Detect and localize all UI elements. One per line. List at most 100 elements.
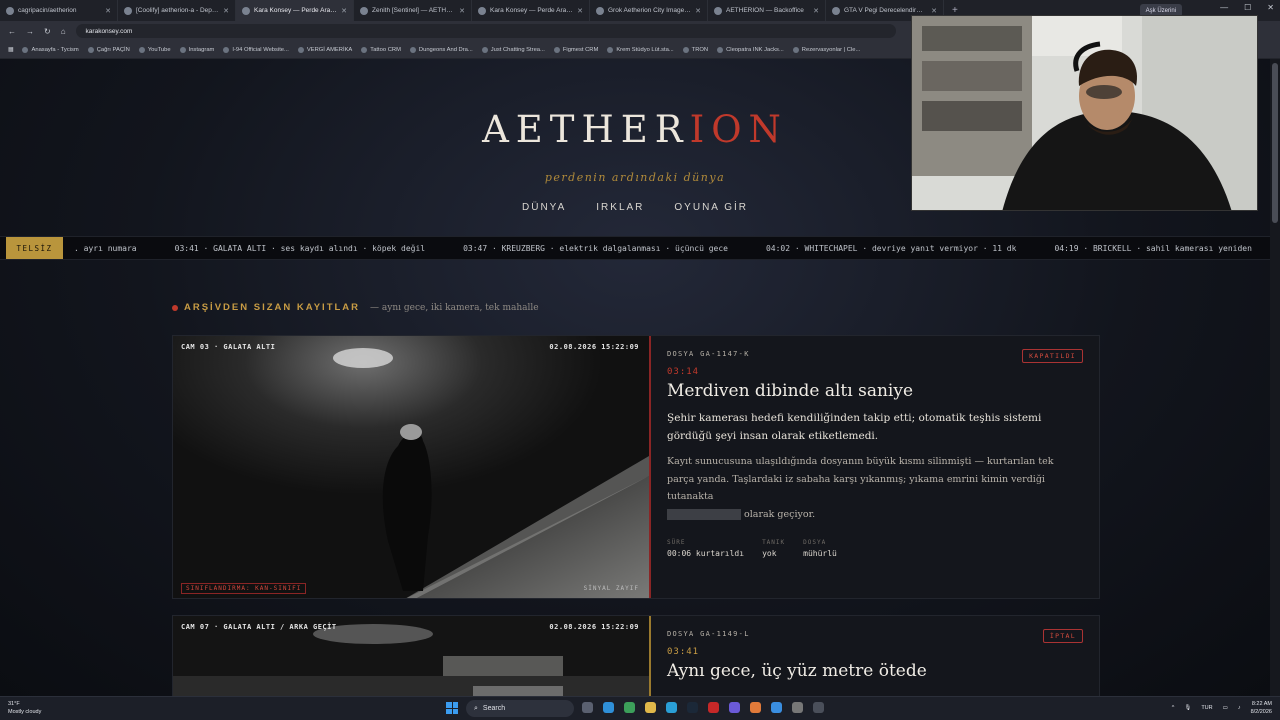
bookmark-item[interactable]: Çağrı PAÇİN (87, 46, 130, 53)
maximize-icon[interactable]: ☐ (1244, 3, 1251, 12)
system-tray: ^ 🎙 TUR ▭ ♪ 8:22 AM 8/2/2026 (1172, 700, 1272, 716)
card-title: Aynı gece, üç yüz metre ötede (667, 661, 927, 681)
bookmark-item[interactable]: VERGİ AMERİKA (297, 46, 352, 53)
skype-icon[interactable] (666, 702, 677, 713)
ticker-item: 03:41 · GALATA ALTI · ses kaydı alındı ·… (174, 244, 426, 253)
messenger-icon[interactable] (771, 702, 782, 713)
section-title: ARŞİVDEN SIZAN KAYITLAR (184, 302, 361, 313)
bookmark-item[interactable]: Cleopatra INK Jacks... (717, 46, 784, 53)
bookmark-item[interactable]: Dungeons And Dra... (409, 46, 473, 53)
nav-link[interactable]: OYUNA GİR (674, 202, 748, 213)
tab-close-icon[interactable]: ✕ (223, 7, 229, 15)
browser-tab[interactable]: Kara Konsey — Perde Aralanıyor ✕ (472, 0, 590, 21)
card-body: Kayıt sunucusuna ulaşıldığında dosyanın … (667, 453, 1083, 523)
search-placeholder: Search (482, 705, 506, 712)
bookmark-item[interactable]: Tattoo CRM (361, 46, 401, 53)
browser-tab[interactable]: Zenith [Sentinel] — AETHERION✕ (354, 0, 472, 21)
claude-icon[interactable] (750, 702, 761, 713)
scroll-thumb[interactable] (1272, 63, 1278, 223)
clock-date: 8/2/2026 (1250, 709, 1272, 715)
bookmark-item[interactable]: Krem Stüdyo Lüt.sta... (607, 46, 674, 53)
tab-close-icon[interactable]: ✕ (931, 7, 937, 15)
card-stats: SÜRE 00:06 kurtarıldı TANIK yok DOSYA mühürlü (667, 539, 1083, 558)
file-explorer-icon[interactable] (645, 702, 656, 713)
reload-icon[interactable]: ↻ (44, 27, 51, 36)
camera-timestamp: 02.08.2026 15:22:09 (549, 343, 639, 351)
bookmark-icon (553, 46, 560, 53)
edge-icon[interactable] (603, 702, 614, 713)
event-time: 03:41 (667, 647, 700, 657)
terminal-icon[interactable] (792, 702, 803, 713)
url-input[interactable]: karakonsey.com (75, 24, 896, 38)
page-scrollbar[interactable] (1270, 59, 1280, 696)
stat-key: TANIK (762, 539, 786, 546)
tab-close-icon[interactable]: ✕ (813, 7, 819, 15)
weather-widget[interactable]: 31°F Mostly cloudy (8, 700, 41, 716)
tab-close-icon[interactable]: ✕ (341, 7, 347, 15)
start-icon[interactable] (446, 702, 458, 714)
stat-item: TANIK yok (762, 539, 785, 558)
bookmark-icon (409, 46, 416, 53)
bookmark-icon (223, 46, 230, 53)
tab-favicon-icon (360, 6, 368, 15)
signal-label: SİNYAL ZAYIF (583, 585, 639, 592)
card-lead: Şehir kamerası hedefi kendiliğinden taki… (667, 412, 1042, 442)
bookmark-item[interactable]: Rezervasyonlar | Cle... (792, 46, 860, 53)
tab-close-icon[interactable]: ✕ (459, 7, 465, 15)
nav-link[interactable]: IRKLAR (596, 202, 644, 213)
status-badge: KAPATILDI (1022, 349, 1083, 363)
bookmark-item[interactable]: YouTube (138, 46, 171, 53)
ticker-item: 03:47 · KREUZBERG · elektrik dalgalanmas… (463, 244, 728, 253)
file-id: DOSYA GA-1149-L (667, 630, 750, 638)
tab-title: AETHERION — Backoffice (726, 7, 804, 14)
bookmark-icon (481, 46, 488, 53)
archive-card[interactable]: CAM 03 · GALATA ALTI 02.08.2026 15:22:09… (172, 335, 1100, 599)
obs-icon[interactable] (813, 702, 824, 713)
forward-icon[interactable]: → (26, 27, 34, 36)
network-icon[interactable]: ▭ (1223, 705, 1228, 711)
camera-label: CAM 03 · GALATA ALTI (181, 343, 276, 351)
volume-icon[interactable]: ♪ (1238, 705, 1241, 711)
bookmark-label: Anasayfa - Tycism (31, 46, 79, 53)
bookmark-label: Tattoo CRM (370, 46, 401, 53)
browser-tab[interactable]: [Coolify] aetherion-a - Deployment ✕ (118, 0, 236, 21)
browser-tab[interactable]: Grok Aetherion City Image Prompt ✕ (590, 0, 708, 21)
bookmark-label: Dungeons And Dra... (418, 46, 473, 53)
bookmark-item[interactable]: TRON (682, 46, 708, 53)
stat-key: SÜRE (667, 539, 686, 546)
tab-favicon-icon (124, 6, 132, 15)
browser-tab[interactable]: AETHERION — Backoffice ✕ (708, 0, 826, 21)
stat-value: yok (762, 549, 777, 558)
tab-title: [Coolify] aetherion-a - Deployment (136, 7, 219, 14)
tab-close-icon[interactable]: ✕ (695, 7, 701, 15)
bookmark-item[interactable]: I-94 Official Website... (223, 46, 289, 53)
home-icon[interactable]: ⌂ (61, 27, 66, 36)
steam-icon[interactable] (687, 702, 698, 713)
clock[interactable]: 8:22 AM 8/2/2026 (1251, 700, 1272, 716)
app-icon[interactable] (708, 702, 719, 713)
microphone-icon[interactable]: 🎙 (1184, 705, 1191, 711)
bookmark-item[interactable]: Instagram (179, 46, 214, 53)
task-view-icon[interactable] (582, 702, 593, 713)
bookmark-item[interactable]: Just Chatting Strea... (481, 46, 545, 53)
browser-tab[interactable]: cagripacin/aetherion ✕ (0, 0, 118, 21)
cctv-frame: CAM 03 · GALATA ALTI 02.08.2026 15:22:09… (173, 336, 649, 598)
back-icon[interactable]: ← (8, 27, 16, 36)
taskbar-search[interactable]: ⌕ Search (466, 700, 574, 717)
cctv-image (173, 336, 649, 598)
language-indicator[interactable]: TUR (1201, 705, 1212, 711)
archive-card[interactable]: CAM 07 · GALATA ALTI / ARKA GEÇİT 02.08.… (172, 615, 1100, 696)
apps-icon[interactable]: ▦ (8, 47, 13, 53)
tray-overflow-icon[interactable]: ^ (1172, 705, 1175, 711)
bookmark-item[interactable]: Figmest CRM (553, 46, 598, 53)
minimize-icon[interactable]: — (1220, 3, 1228, 12)
tab-close-icon[interactable]: ✕ (105, 7, 111, 15)
tab-close-icon[interactable]: ✕ (577, 7, 583, 15)
bookmark-item[interactable]: Anasayfa - Tycism (22, 46, 79, 53)
chrome-icon[interactable] (624, 702, 635, 713)
discord-icon[interactable] (729, 702, 740, 713)
bookmark-icon (361, 46, 368, 53)
browser-tab[interactable]: Kara Konsey — Perde Aralanıyor ✕ (236, 0, 354, 21)
close-icon[interactable]: ✕ (1267, 3, 1274, 12)
nav-link[interactable]: DÜNYA (522, 202, 566, 213)
